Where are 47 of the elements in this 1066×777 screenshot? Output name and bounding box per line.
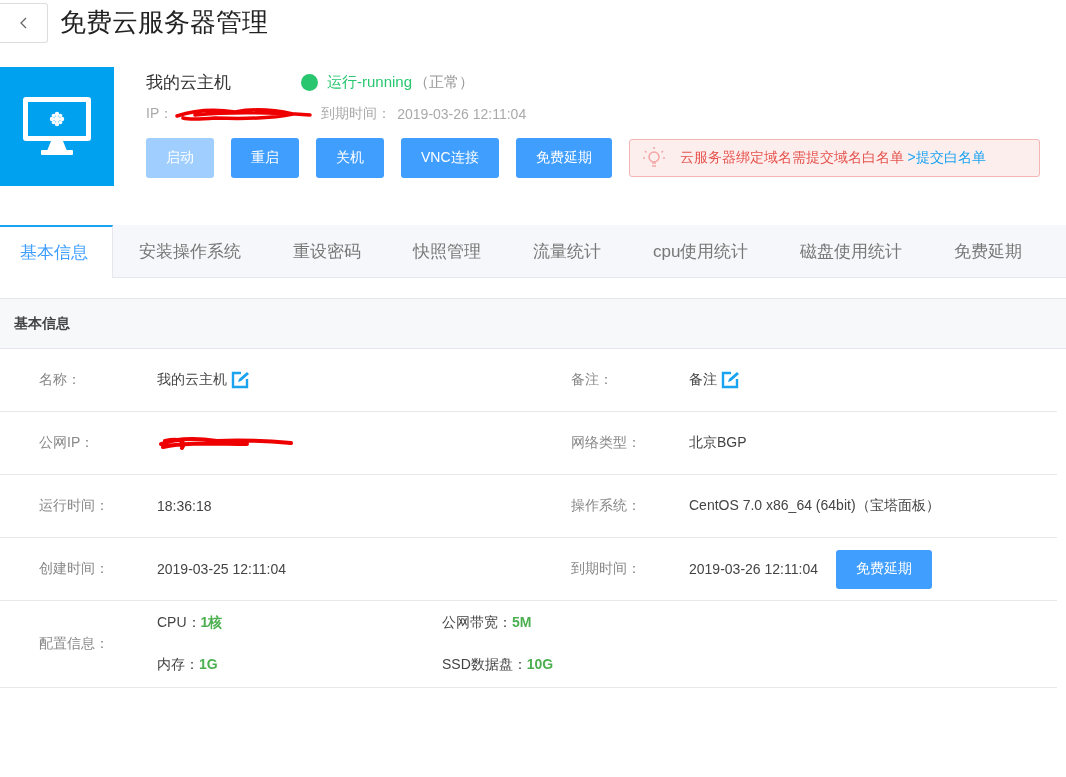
action-button[interactable]: 免费延期 (515, 138, 612, 178)
tab[interactable]: 流量统计 (507, 225, 627, 277)
field-label: 配置信息： (38, 635, 110, 653)
config-item: SSD数据盘：10G (442, 656, 555, 674)
lightbulb-icon (641, 146, 666, 170)
whitelist-link[interactable]: >提交白名单 (907, 149, 986, 167)
edit-icon[interactable] (231, 371, 249, 389)
notice-text: 云服务器绑定域名需提交域名白名单 (679, 149, 904, 167)
field-value: 2019-03-25 12:11:04 (157, 561, 286, 577)
tab[interactable]: 快照管理 (387, 225, 507, 277)
config-item: CPU：1核 (157, 614, 224, 632)
field-label: 运行时间： (38, 497, 110, 515)
config-item: 公网带宽：5M (442, 614, 533, 632)
field-label: 网络类型： (571, 434, 642, 452)
config-item: 内存：1G (157, 656, 219, 674)
field-label: 名称： (38, 371, 82, 389)
tab[interactable]: cpu使用统计 (627, 225, 775, 277)
field-value: 我的云主机 (157, 371, 227, 389)
field-value: 2019-03-26 12:11:04 (689, 561, 818, 577)
extend-button[interactable]: 免费延期 (835, 549, 932, 589)
field-value: 北京BGP (689, 434, 747, 452)
action-button[interactable]: 重启 (231, 138, 299, 178)
server-name: 我的云主机 (146, 71, 232, 94)
section-title: 基本信息 (14, 314, 70, 333)
expiry-label: 到期时间： (321, 105, 392, 123)
edit-icon[interactable] (721, 371, 739, 389)
action-button[interactable]: 关机 (316, 138, 384, 178)
action-button[interactable]: VNC连接 (401, 138, 499, 178)
field-label: 备注： (571, 371, 614, 389)
tab[interactable]: 安装操作系统 (113, 225, 267, 277)
page-title: 免费云服务器管理 (60, 5, 268, 39)
tab[interactable]: 免费延期 (928, 225, 1049, 277)
tab[interactable]: 重设密码 (267, 225, 387, 277)
field-value: 备注 (689, 371, 717, 389)
field-value: CentOS 7.0 x86_64 (64bit)（宝塔面板） (689, 497, 940, 515)
status-note: （正常） (414, 72, 475, 92)
tab[interactable]: 基本信息 (0, 225, 113, 278)
field-value: 18:36:18 (157, 498, 212, 514)
field-label: 公网IP： (38, 434, 96, 452)
status-text: 运行-running (327, 72, 413, 92)
tab[interactable]: 磁盘使用统计 (774, 225, 929, 277)
chevron-left-icon (18, 17, 29, 29)
field-label: 到期时间： (571, 560, 642, 578)
field-label: 创建时间： (38, 560, 110, 578)
expiry-date: 2019-03-26 12:11:04 (397, 106, 527, 122)
field-label: 操作系统： (571, 497, 642, 515)
ip-label: IP： (146, 105, 174, 123)
